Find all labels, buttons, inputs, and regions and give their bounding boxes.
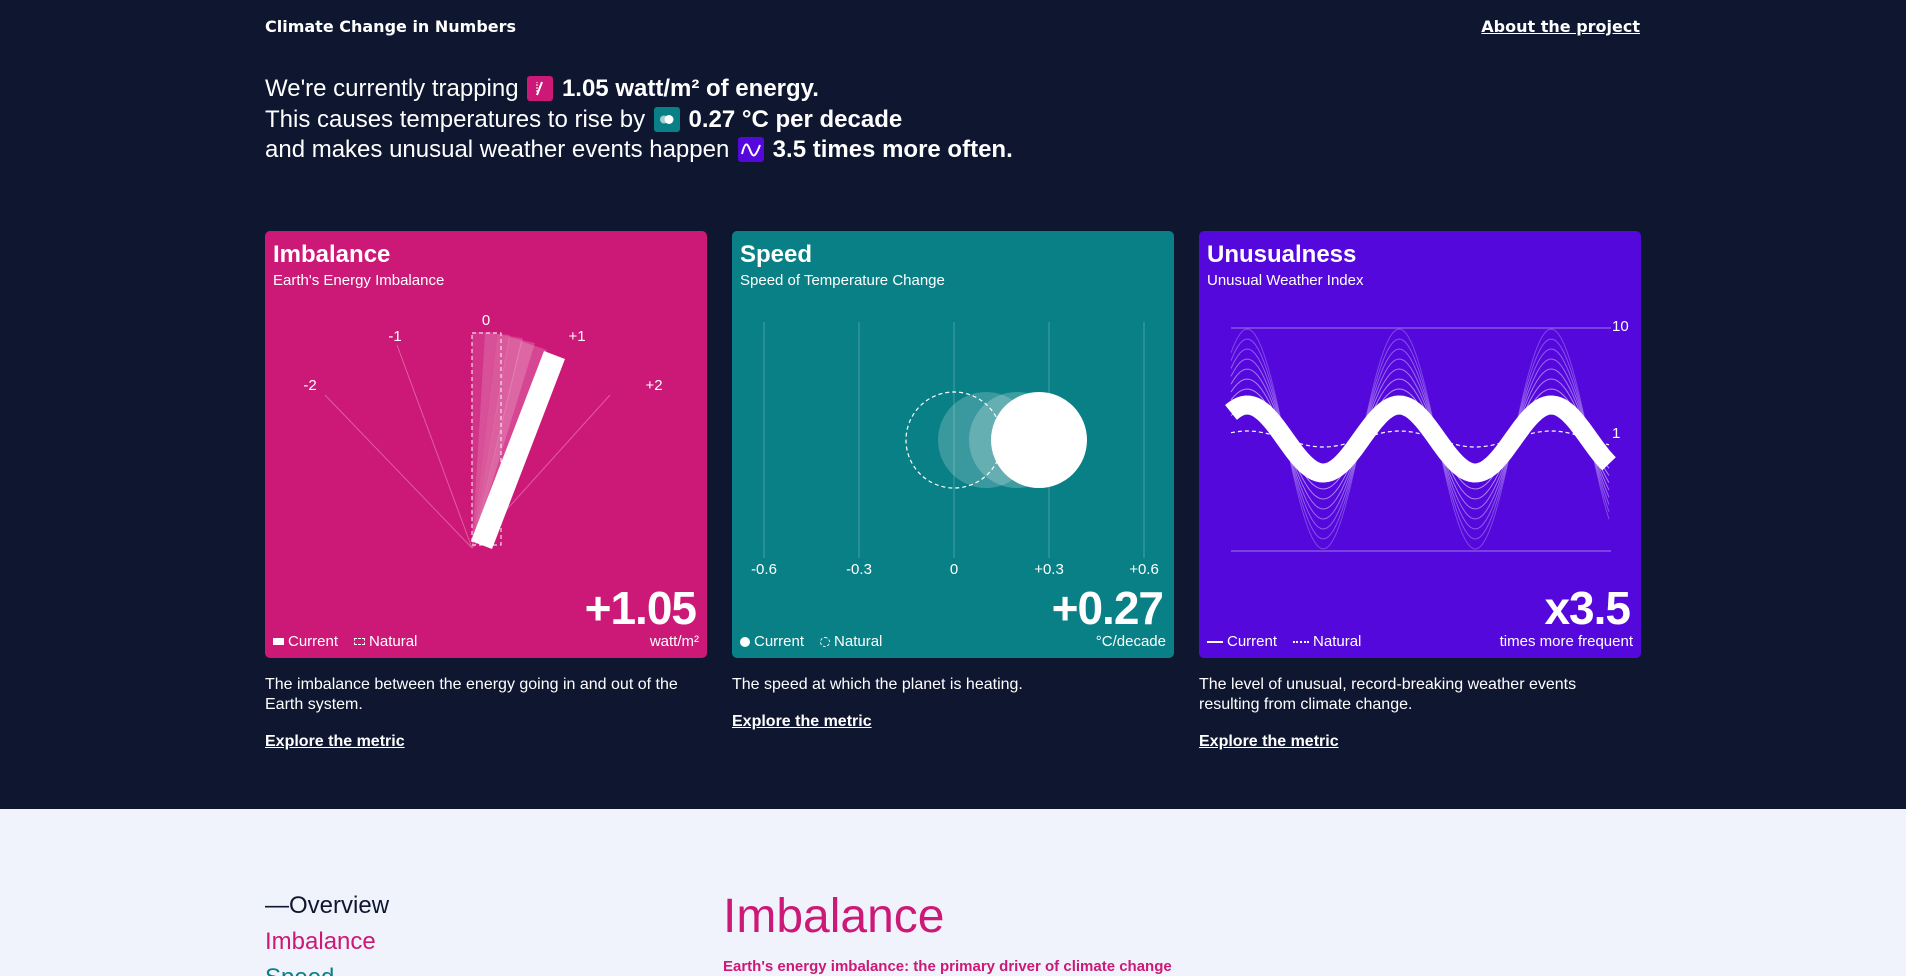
legend-natural-swatch: [1293, 640, 1310, 643]
intro-line-imbalance: We're currently trapping 1.05 watt/m² of…: [265, 74, 1013, 105]
site-title[interactable]: Climate Change in Numbers: [265, 17, 516, 36]
unusualness-subtitle: Unusual Weather Index: [1207, 272, 1364, 289]
speed-explore-link[interactable]: Explore the metric: [732, 713, 872, 731]
slash-bar-icon: [527, 76, 554, 101]
toggle-dots-icon: [653, 106, 680, 132]
gauge-label-plus2: +2: [645, 377, 662, 394]
speed-tick-minus03: -0.3: [846, 561, 872, 578]
unusualness-value: x3.5: [1544, 582, 1631, 634]
imbalance-description: The imbalance between the energy going i…: [265, 676, 678, 713]
unusualness-card[interactable]: 10 1 Unusualness Unusual Weather Index x…: [1199, 231, 1641, 658]
legend-current-label: Current: [1227, 633, 1278, 650]
intro-line-unusualness: and makes unusual weather events happen …: [265, 135, 1013, 166]
intro-line2-prefix: This causes temperatures to rise by: [265, 105, 646, 133]
speed-tick-0: 0: [950, 561, 958, 578]
about-project-link[interactable]: About the project: [1481, 17, 1640, 36]
hero-section: Climate Change in Numbers About the proj…: [0, 0, 1906, 809]
intro-line1-value: 1.05 watt/m² of energy.: [561, 75, 819, 102]
legend-current-swatch: [273, 638, 284, 645]
legend-natural-label: Natural: [834, 633, 883, 650]
legend-current-label: Current: [754, 633, 805, 650]
speed-subtitle: Speed of Temperature Change: [740, 272, 945, 289]
legend-natural-swatch: [354, 638, 366, 645]
content-section: —Overview Imbalance Speed Imbalance Eart…: [0, 809, 1906, 976]
legend-current-swatch: [740, 636, 750, 647]
legend-natural-label: Natural: [369, 633, 418, 650]
unusualness-unit: times more frequent: [1499, 633, 1633, 650]
intro-line3-value: 3.5 times more often.: [772, 136, 1013, 163]
unusualness-description: The level of unusual, record-breaking we…: [1199, 676, 1577, 713]
unusualness-legend: Current Natural: [1207, 633, 1361, 650]
wave-current-line: [1225, 395, 1616, 483]
speed-value: +0.27: [1051, 582, 1164, 634]
gauge-label-0: 0: [482, 312, 490, 329]
gauge-ray-minus2: [324, 394, 473, 549]
imbalance-unit: watt/m²: [649, 633, 699, 650]
imbalance-subtitle: Earth's Energy Imbalance: [273, 272, 445, 289]
legend-current-label: Current: [288, 633, 339, 650]
imbalance-card[interactable]: -2 -1 0 +1 +2 Imbalance Earth's Energy I…: [265, 231, 707, 658]
imbalance-legend: Current Natural: [273, 633, 417, 650]
intro-line1-prefix: We're currently trapping: [265, 75, 519, 102]
legend-current-swatch: [1207, 640, 1223, 643]
gauge-label-plus1: +1: [568, 328, 585, 345]
imbalance-value: +1.05: [584, 582, 697, 634]
nav-imbalance[interactable]: Imbalance: [265, 928, 376, 956]
legend-natural-label: Natural: [1313, 633, 1362, 650]
speed-unit: °C/decade: [1095, 633, 1166, 650]
speed-tick-plus03: +0.3: [1034, 561, 1064, 578]
speed-current-circle: [991, 392, 1087, 488]
gauge-ray-minus1: [396, 344, 473, 549]
unusualness-title: Unusualness: [1207, 241, 1357, 268]
intro-line3-prefix: and makes unusual weather events happen: [265, 136, 730, 163]
unusualness-scale-10: 10: [1612, 318, 1629, 335]
gauge-label-minus1: -1: [388, 328, 401, 345]
speed-tick-minus06: -0.6: [751, 561, 777, 578]
imbalance-title: Imbalance: [273, 241, 391, 268]
unusualness-scale-1: 1: [1612, 425, 1620, 442]
intro-statement: We're currently trapping 1.05 watt/m² of…: [265, 74, 1013, 166]
section-title: Imbalance: [723, 890, 945, 943]
nav-speed[interactable]: Speed: [265, 964, 334, 976]
speed-title: Speed: [740, 241, 813, 268]
imbalance-explore-link[interactable]: Explore the metric: [265, 733, 405, 751]
nav-overview[interactable]: —Overview: [265, 892, 389, 920]
unusualness-explore-link[interactable]: Explore the metric: [1199, 733, 1339, 751]
gauge-label-minus2: -2: [303, 377, 316, 394]
wave-icon: [738, 137, 764, 162]
speed-card[interactable]: -0.6 -0.3 0 +0.3 +0.6 Speed Speed of Tem…: [732, 231, 1174, 658]
intro-line2-value: 0.27 °C per decade: [688, 105, 903, 133]
intro-line-speed: This causes temperatures to rise by 0.27…: [265, 105, 1013, 136]
speed-legend: Current Natural: [740, 633, 882, 650]
legend-natural-swatch: [820, 636, 831, 647]
speed-tick-plus06: +0.6: [1129, 561, 1159, 578]
speed-description: The speed at which the planet is heating…: [732, 676, 1023, 693]
section-subtitle: Earth's energy imbalance: the primary dr…: [723, 958, 1172, 975]
